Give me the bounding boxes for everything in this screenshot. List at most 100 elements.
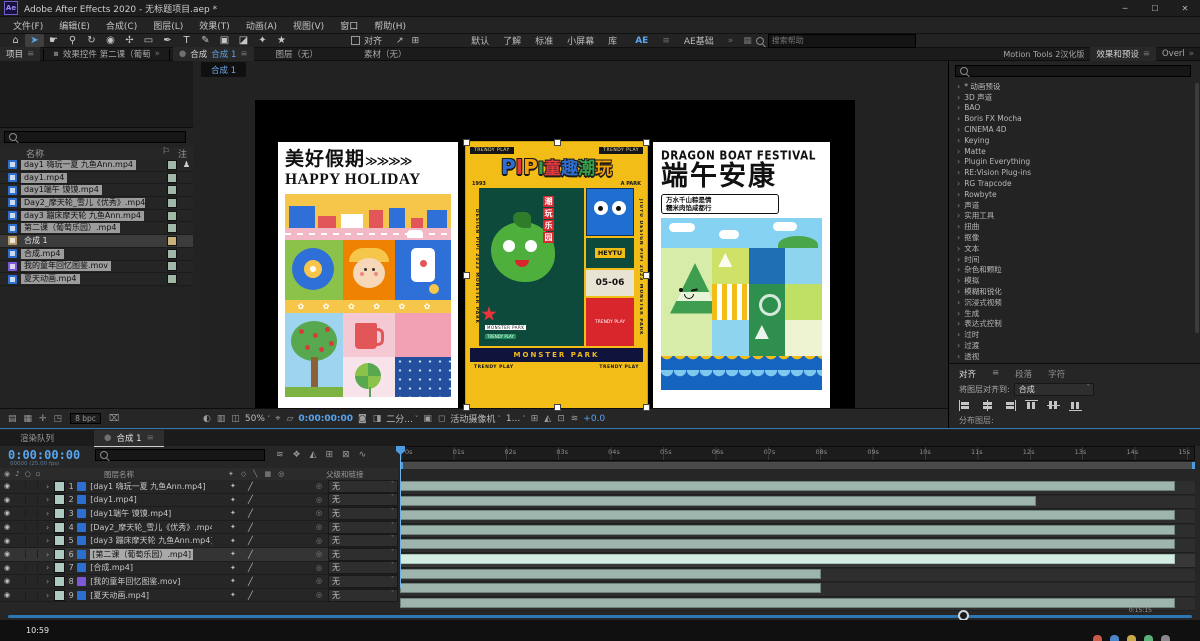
selection-handle[interactable] [643, 404, 650, 411]
selection-handle[interactable] [463, 404, 470, 411]
project-item-name[interactable]: day3 蹦床摩天轮 九鱼Ann.mp4 [21, 210, 145, 221]
quality-switch-icon[interactable]: ✦ [230, 509, 236, 517]
effects-category-row[interactable]: › 模糊和锐化 [949, 286, 1193, 297]
label-color-swatch[interactable] [167, 235, 177, 246]
tab-character[interactable]: 字符 [1048, 368, 1065, 380]
workspace-tab[interactable]: 默认 [471, 34, 489, 47]
menu-item[interactable]: 编辑(E) [52, 17, 97, 34]
magnification-dropdown[interactable]: 50% ˅ [245, 414, 271, 424]
align-horizontal-center-icon[interactable] [981, 400, 994, 411]
label-color-swatch[interactable] [167, 274, 177, 285]
viewer-toolbar-icon[interactable]: ◻ [438, 414, 445, 424]
viewer-toolbar-icon[interactable]: ≋ [571, 414, 579, 424]
effects-category-row[interactable]: › RE:Vision Plug-ins [949, 167, 1193, 178]
layer-duration-bar[interactable] [400, 553, 1176, 564]
quality-switch-icon[interactable]: ✦ [230, 591, 236, 599]
pickwhip-icon[interactable]: ◎ [316, 577, 322, 585]
eye-icon[interactable]: ◉ [4, 564, 14, 572]
zoom-tool[interactable]: ⚲ [63, 34, 82, 47]
resolution-dropdown[interactable]: 二分... ˅ [386, 412, 418, 426]
chevron-right-icon[interactable]: › [957, 287, 960, 296]
composition-canvas[interactable]: 美好假期≫≫≫≫ HAPPY HOLIDAY ✿ ✿ ✿ ✿ ✿ ✿ TREND… [255, 100, 855, 428]
timeline-layer-row[interactable]: ◉ › 3 [day1端午 馍馍.mp4] ✦ ╱ ◎ 无 ˅ [0, 506, 398, 521]
pickwhip-icon[interactable]: ◎ [316, 523, 322, 531]
type-tool[interactable]: T [177, 34, 196, 47]
lock-toggle[interactable] [26, 577, 38, 586]
bit-depth-button[interactable]: 8 bpc [70, 413, 101, 424]
project-item-name[interactable]: day1.mp4 [21, 172, 68, 183]
viewer-toolbar-icon[interactable]: ▥ [217, 414, 226, 424]
project-item-name[interactable]: day1端午 馍馍.mp4 [21, 185, 102, 196]
chevron-right-icon[interactable]: › [957, 82, 960, 91]
collapse-switch-icon[interactable]: ╱ [248, 550, 253, 559]
quality-switch-icon[interactable]: ✦ [230, 577, 236, 585]
switch-column-icon[interactable]: ╲ [253, 470, 257, 478]
switch-column-icon[interactable]: ◎ [278, 470, 284, 478]
menu-item[interactable]: 图层(L) [146, 17, 190, 34]
chevron-right-icon[interactable]: › [957, 190, 960, 199]
viewer-toolbar-icon[interactable]: ◙ [358, 414, 367, 424]
project-footer-icon[interactable]: ▦ [24, 414, 33, 424]
lock-toggle[interactable] [26, 563, 38, 572]
audio-toggle[interactable] [14, 577, 26, 586]
align-vertical-center-icon[interactable] [1047, 400, 1060, 411]
layer-track[interactable] [400, 481, 1195, 495]
viewer-toolbar-icon[interactable]: ▱ [286, 414, 293, 424]
eye-icon[interactable]: ◉ [4, 550, 14, 558]
expand-arrow-icon[interactable]: › [46, 523, 49, 532]
menu-item[interactable]: 视图(V) [286, 17, 331, 34]
layer-track[interactable] [400, 524, 1195, 539]
workspace-tab-ae-basic[interactable]: AE基础 [684, 34, 714, 47]
effects-category-row[interactable]: › 声道 [949, 200, 1193, 211]
quality-switch-icon[interactable]: ✦ [230, 564, 236, 572]
label-color-swatch[interactable] [167, 172, 177, 183]
close-button[interactable]: ✕ [1170, 0, 1200, 17]
tab-effects-presets[interactable]: 效果和预设 ≡ [1090, 47, 1156, 61]
layer-track[interactable] [400, 583, 1195, 597]
chevron-right-icon[interactable]: › [957, 233, 960, 242]
work-area-bar[interactable] [400, 462, 1195, 469]
workspace-tab[interactable]: 小屏幕 [567, 34, 594, 47]
expand-arrow-icon[interactable]: › [46, 577, 49, 586]
layer-name[interactable]: [Day2_摩天轮_雪儿《优秀》.mp4] [90, 522, 212, 533]
more-tabs-icon[interactable]: » [155, 49, 160, 59]
viewer-toolbar-icon[interactable]: ▣ [423, 414, 432, 424]
layer-name[interactable]: [day1 嗨玩一夏 九鱼Ann.mp4] [90, 481, 205, 492]
collapse-switch-icon[interactable]: ╱ [248, 495, 253, 504]
label-color-swatch[interactable] [167, 210, 177, 221]
layer-name[interactable]: [夏天动画.mp4] [90, 590, 149, 601]
chevron-right-icon[interactable]: › [957, 330, 960, 339]
effects-category-row[interactable]: › 时间 [949, 254, 1193, 265]
layer-color-swatch[interactable] [54, 507, 66, 519]
label-color-swatch[interactable] [167, 185, 177, 196]
lock-toggle[interactable] [26, 536, 38, 545]
timeline-layer-row[interactable]: ◉ › 7 [合成.mp4] ✦ ╱ ◎ 无 ˅ [0, 561, 398, 576]
lock-toggle[interactable] [26, 495, 38, 504]
label-column-icon[interactable]: ⚐ [162, 147, 170, 160]
chevron-right-icon[interactable]: › [957, 222, 960, 231]
audio-toggle[interactable] [14, 495, 26, 504]
pickwhip-icon[interactable]: ◎ [316, 537, 322, 545]
chevron-right-icon[interactable]: › [957, 319, 960, 328]
rectangle-tool[interactable]: ▭ [139, 34, 158, 47]
audio-toggle[interactable] [14, 536, 26, 545]
panel-menu-icon[interactable]: ≡ [1143, 49, 1150, 59]
effects-scrollbar[interactable] [1195, 83, 1199, 333]
maximize-button[interactable]: ☐ [1140, 0, 1170, 17]
column-header-icon[interactable]: ▫ [36, 470, 41, 478]
layer-track[interactable] [400, 568, 1195, 583]
effects-category-row[interactable]: › BAO [949, 103, 1193, 114]
chevron-right-icon[interactable]: › [957, 298, 960, 307]
pickwhip-icon[interactable]: ◎ [316, 482, 322, 490]
layer-duration-bar[interactable] [400, 495, 1036, 506]
effects-category-row[interactable]: › 沉浸式视频 [949, 297, 1193, 308]
layer-track[interactable] [400, 539, 1195, 553]
chevron-right-icon[interactable]: › [957, 201, 960, 210]
eye-icon[interactable]: ◉ [4, 509, 14, 517]
panel-menu-icon[interactable]: ≡ [147, 433, 154, 443]
menu-item[interactable]: 窗口 [333, 17, 365, 34]
viewer-toolbar-icon[interactable]: ◨ [373, 414, 382, 424]
parent-dropdown[interactable]: 无 ˅ [328, 574, 398, 588]
timeline-layer-row[interactable]: ◉ › 5 [day3 蹦床摩天轮 九鱼Ann.mp4] ✦ ╱ ◎ 无 ˅ [0, 534, 398, 548]
chevron-right-icon[interactable]: › [957, 179, 960, 188]
